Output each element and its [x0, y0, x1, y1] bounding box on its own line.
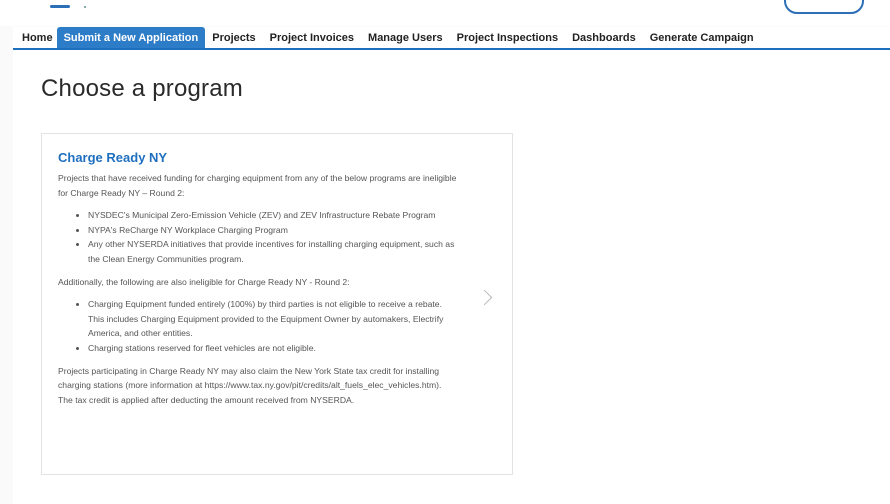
list-item: NYPA's ReCharge NY Workplace Charging Pr… [88, 223, 458, 238]
program-description: Projects that have received funding for … [58, 171, 458, 415]
program-card-charge-ready-ny[interactable]: Charge Ready NY Projects that have recei… [41, 133, 513, 475]
nav-item-submit-application[interactable]: Submit a New Application [56, 27, 206, 48]
account-button[interactable] [784, 0, 864, 14]
page-title: Choose a program [41, 75, 243, 102]
logo[interactable] [50, 5, 70, 8]
intro-text: Projects that have received funding for … [58, 173, 457, 198]
nav-item-project-invoices[interactable]: Project Invoices [263, 27, 361, 48]
top-header [0, 0, 890, 26]
list-item: NYSDEC's Municipal Zero-Emission Vehicle… [88, 208, 458, 223]
program-title[interactable]: Charge Ready NY [58, 150, 167, 165]
nav-item-projects[interactable]: Projects [205, 27, 262, 48]
logo-mark [84, 6, 86, 8]
additional-text: Additionally, the following are also ine… [58, 276, 350, 287]
nav-item-manage-users[interactable]: Manage Users [361, 27, 450, 48]
main-content: Choose a program Charge Ready NY Project… [13, 50, 890, 504]
nav-item-project-inspections[interactable]: Project Inspections [450, 27, 565, 48]
nav-item-dashboards[interactable]: Dashboards [565, 27, 643, 48]
chevron-right-icon[interactable] [476, 289, 493, 306]
list-item: Charging stations reserved for fleet veh… [88, 341, 458, 356]
nav-item-generate-campaign[interactable]: Generate Campaign [643, 27, 761, 48]
list-item: Any other NYSERDA initiatives that provi… [88, 237, 458, 266]
additional-ineligible-list: Charging Equipment funded entirely (100%… [58, 297, 458, 355]
nav-item-home[interactable]: Home [13, 27, 57, 48]
tax-credit-text: Projects participating in Charge Ready N… [58, 365, 442, 405]
main-nav: Home Submit a New Application Projects P… [13, 27, 890, 50]
list-item: Charging Equipment funded entirely (100%… [88, 297, 458, 341]
ineligible-programs-list: NYSDEC's Municipal Zero-Emission Vehicle… [58, 208, 458, 266]
